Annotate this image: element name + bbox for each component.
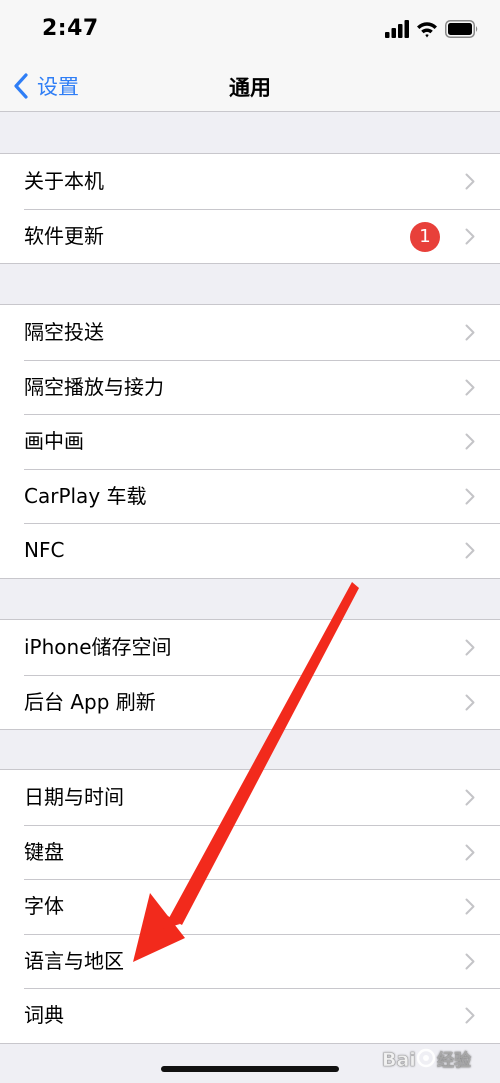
status-time: 2:47 — [42, 16, 99, 41]
row-nfc[interactable]: NFC — [0, 523, 500, 578]
status-bar: 2:47 — [0, 0, 500, 60]
row-fonts[interactable]: 字体 — [0, 879, 500, 934]
svg-text:经验: 经验 — [437, 1050, 472, 1071]
chevron-right-icon — [465, 789, 475, 806]
row-label: 字体 — [24, 894, 64, 918]
row-label: NFC — [24, 538, 65, 562]
row-label: 键盘 — [24, 839, 64, 864]
nav-bar: 设置 通用 — [0, 60, 500, 112]
baidu-paw-icon: Bai 经验 — [382, 1049, 473, 1072]
row-label: 隔空投送 — [24, 320, 104, 344]
row-dictionary[interactable]: 词典 — [0, 988, 500, 1043]
row-label: 语言与地区 — [24, 948, 124, 973]
chevron-right-icon — [465, 488, 475, 504]
settings-group-connectivity: 隔空投送 隔空播放与接力 画中画 CarPlay 车载 NFC — [0, 304, 500, 579]
signal-icon — [385, 20, 409, 38]
row-about[interactable]: 关于本机 — [0, 154, 500, 209]
row-iphone-storage[interactable]: iPhone储存空间 — [0, 620, 500, 675]
chevron-right-icon — [465, 324, 475, 341]
row-label: 日期与时间 — [24, 785, 124, 809]
row-label: iPhone储存空间 — [24, 635, 172, 659]
chevron-right-icon — [465, 1007, 475, 1024]
notification-badge: 1 — [410, 221, 440, 252]
settings-group-storage: iPhone储存空间 后台 App 刷新 — [0, 619, 500, 730]
chevron-right-icon — [465, 228, 475, 244]
row-picture-in-picture[interactable]: 画中画 — [0, 414, 500, 469]
chevron-right-icon — [465, 953, 475, 969]
chevron-right-icon — [465, 694, 475, 710]
row-label: 画中画 — [24, 429, 84, 453]
row-label: 后台 App 刷新 — [24, 689, 156, 714]
row-airplay-handoff[interactable]: 隔空播放与接力 — [0, 359, 500, 415]
row-label: 词典 — [24, 1003, 64, 1027]
row-label: 隔空播放与接力 — [24, 374, 164, 399]
row-label: CarPlay 车载 — [24, 483, 147, 508]
chevron-right-icon — [465, 542, 475, 559]
row-software-update[interactable]: 软件更新 1 — [0, 208, 500, 264]
chevron-right-icon — [465, 173, 475, 190]
chevron-right-icon — [465, 639, 475, 656]
chevron-right-icon — [465, 379, 475, 395]
chevron-right-icon — [465, 433, 475, 450]
battery-icon — [445, 20, 478, 38]
row-carplay[interactable]: CarPlay 车载 — [0, 468, 500, 524]
row-keyboard[interactable]: 键盘 — [0, 824, 500, 880]
row-language-region[interactable]: 语言与地区 — [0, 933, 500, 989]
settings-group-about: 关于本机 软件更新 1 — [0, 153, 500, 264]
row-date-time[interactable]: 日期与时间 — [0, 770, 500, 825]
svg-text:Bai: Bai — [382, 1049, 416, 1071]
row-airdrop[interactable]: 隔空投送 — [0, 305, 500, 360]
chevron-right-icon — [465, 898, 475, 915]
chevron-right-icon — [465, 844, 475, 860]
page-title: 通用 — [229, 76, 271, 100]
row-label: 关于本机 — [24, 169, 104, 193]
settings-group-locale: 日期与时间 键盘 字体 语言与地区 词典 — [0, 769, 500, 1044]
row-background-app-refresh[interactable]: 后台 App 刷新 — [0, 674, 500, 730]
wifi-icon — [417, 22, 437, 38]
home-indicator[interactable] — [161, 1066, 339, 1072]
row-label: 软件更新 — [24, 223, 104, 248]
watermark-logo: Bai 经验 — [382, 1040, 496, 1076]
